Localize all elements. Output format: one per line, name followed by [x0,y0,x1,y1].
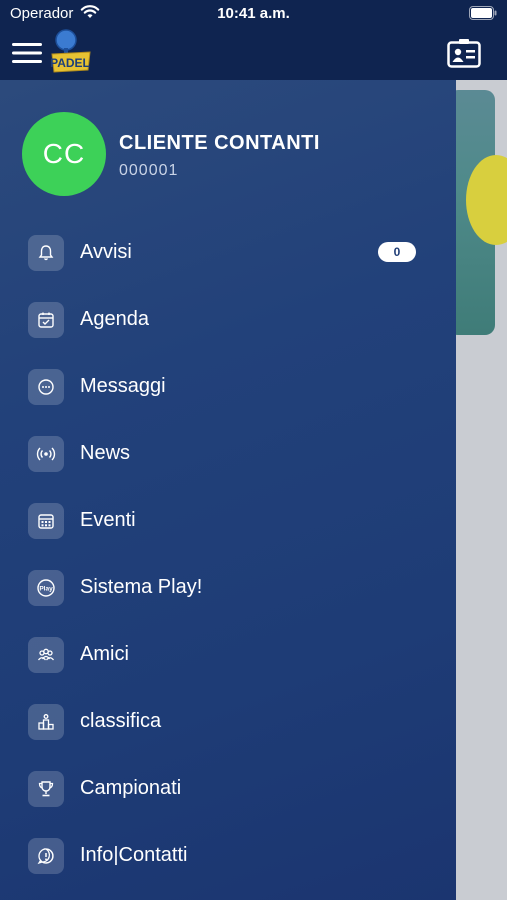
padel-logo: PADEL [48,28,94,76]
hamburger-icon[interactable] [12,40,42,66]
svg-text:Play: Play [39,586,53,593]
podium-icon [28,704,64,740]
play-logo-icon: Play [28,570,64,606]
side-drawer: CC CLIENTE CONTANTI 000001 Avvisi 0 Agen… [0,80,456,900]
menu-item-label: Messaggi [80,375,166,397]
calendar-check-icon [28,302,64,338]
menu-item-label: News [80,442,131,464]
menu-item-info-contatti[interactable]: Info|Contatti [0,828,456,884]
menu-item-messaggi[interactable]: Messaggi [0,359,456,415]
info-bubble-icon [28,838,64,874]
menu-item-news[interactable]: News [0,426,456,482]
menu-item-label: classifica [80,710,162,732]
trophy-icon [28,771,64,807]
battery-icon [469,6,497,24]
menu-item-campionati[interactable]: Campionati [0,761,456,817]
user-code: 000001 [119,162,179,179]
menu-item-eventi[interactable]: Eventi [0,493,456,549]
clock: 10:41 a.m. [217,5,290,22]
menu-item-avvisi[interactable]: Avvisi 0 [0,225,456,281]
logo-text: PADEL [50,56,90,70]
menu-item-amici[interactable]: Amici [0,627,456,683]
menu-item-label: Amici [80,643,129,665]
friends-icon [28,637,64,673]
broadcast-icon [28,436,64,472]
bell-icon [28,235,64,271]
top-navigation-bar: PADEL [0,28,507,80]
menu-item-label: Info|Contatti [80,844,188,866]
menu-item-label: Sistema Play! [80,576,203,598]
menu-item-classifica[interactable]: classifica [0,694,456,750]
menu-item-label: Campionati [80,777,182,799]
menu-item-label: Eventi [80,509,136,531]
user-name: CLIENTE CONTANTI [119,132,320,154]
contact-card-icon[interactable] [447,38,481,68]
notification-count-badge: 0 [378,242,416,262]
menu-item-sistema-play[interactable]: Play Sistema Play! [0,560,456,616]
calendar-grid-icon [28,503,64,539]
menu-item-agenda[interactable]: Agenda [0,292,456,348]
user-avatar[interactable]: CC [22,112,106,196]
menu-item-label: Avvisi [80,241,132,263]
status-bar: Operador 10:41 a.m. [0,0,507,28]
chat-bubble-icon [28,369,64,405]
menu-item-label: Agenda [80,308,149,330]
